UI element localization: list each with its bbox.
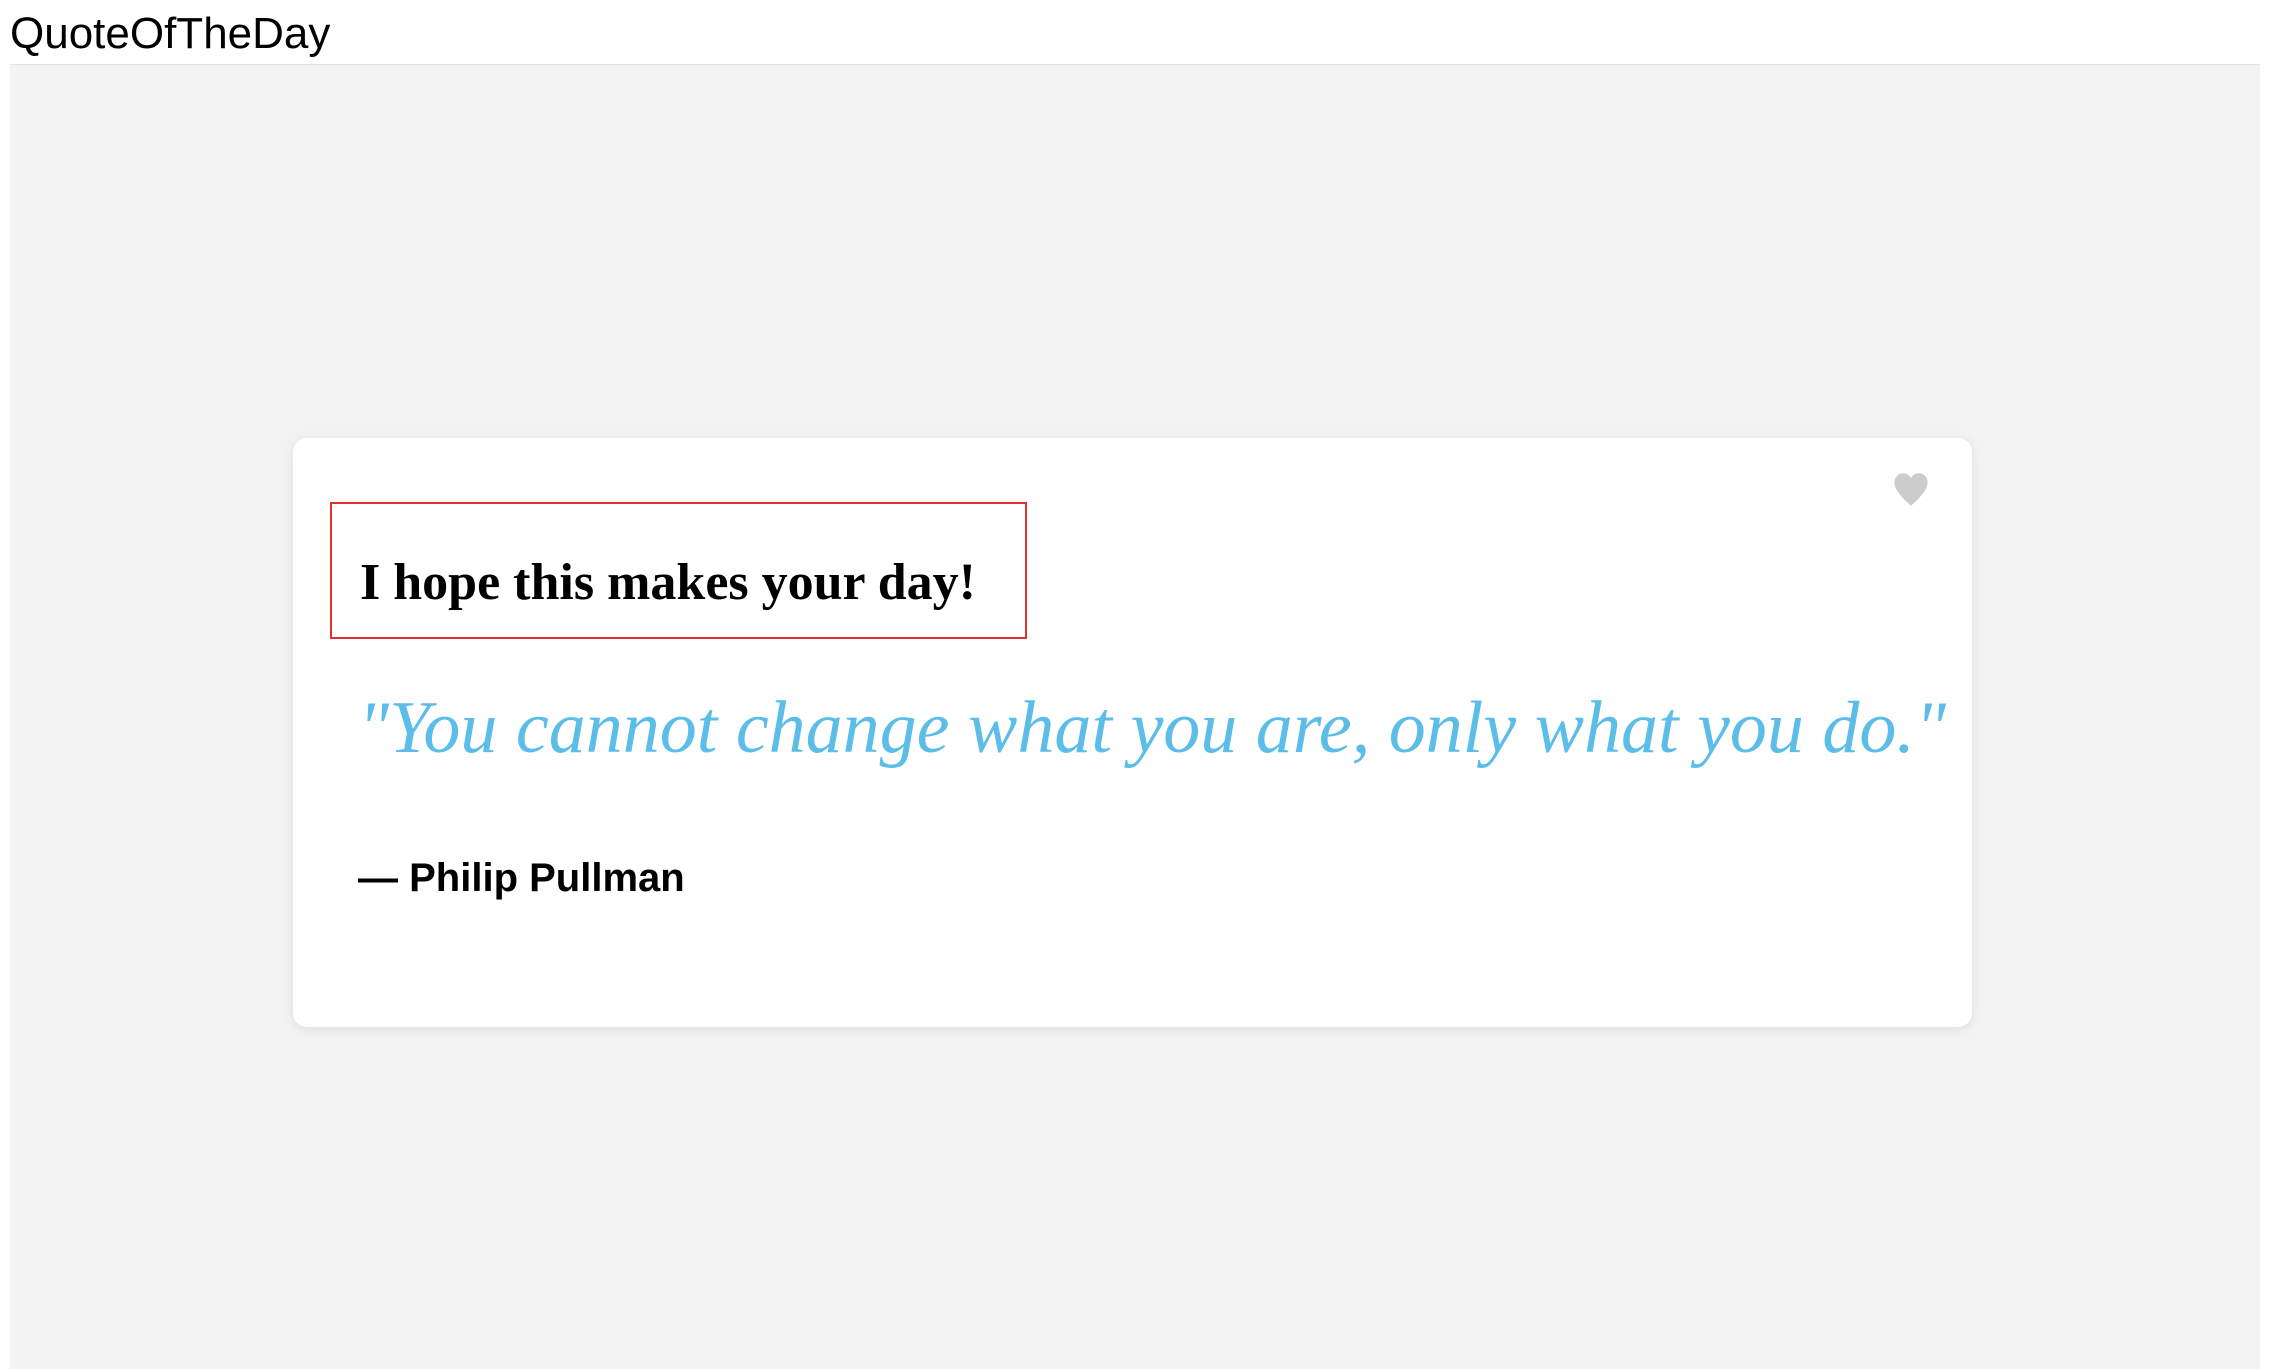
app-title: QuoteOfTheDay (10, 9, 331, 58)
greeting-box: I hope this makes your day! (330, 502, 1027, 639)
heart-icon-shape (1894, 473, 1928, 506)
quote-card: I hope this makes your day! "You cannot … (293, 438, 1972, 1027)
greeting-heading: I hope this makes your day! (360, 554, 976, 611)
quote-author: — Philip Pullman (358, 856, 685, 900)
heart-icon[interactable] (1890, 468, 1932, 510)
main-area: I hope this makes your day! "You cannot … (10, 64, 2260, 1369)
quote-text: "You cannot change what you are, only wh… (358, 687, 1946, 769)
